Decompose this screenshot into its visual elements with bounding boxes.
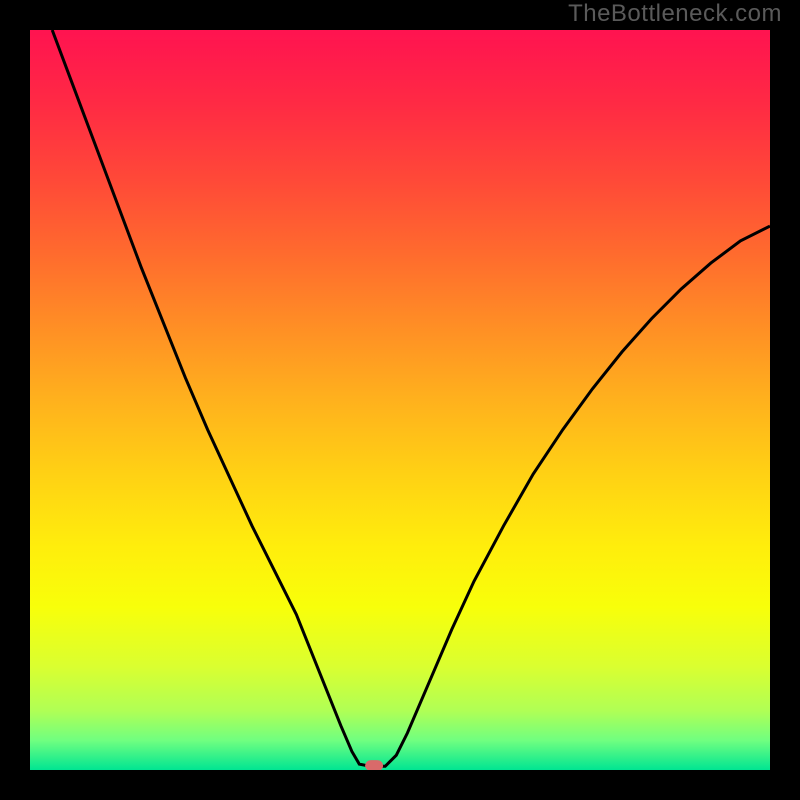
plot-area (30, 30, 770, 770)
gradient-background (30, 30, 770, 770)
chart-svg (30, 30, 770, 770)
curve-minimum-marker (365, 760, 383, 770)
chart-container: TheBottleneck.com (0, 0, 800, 800)
watermark-text: TheBottleneck.com (568, 0, 782, 28)
